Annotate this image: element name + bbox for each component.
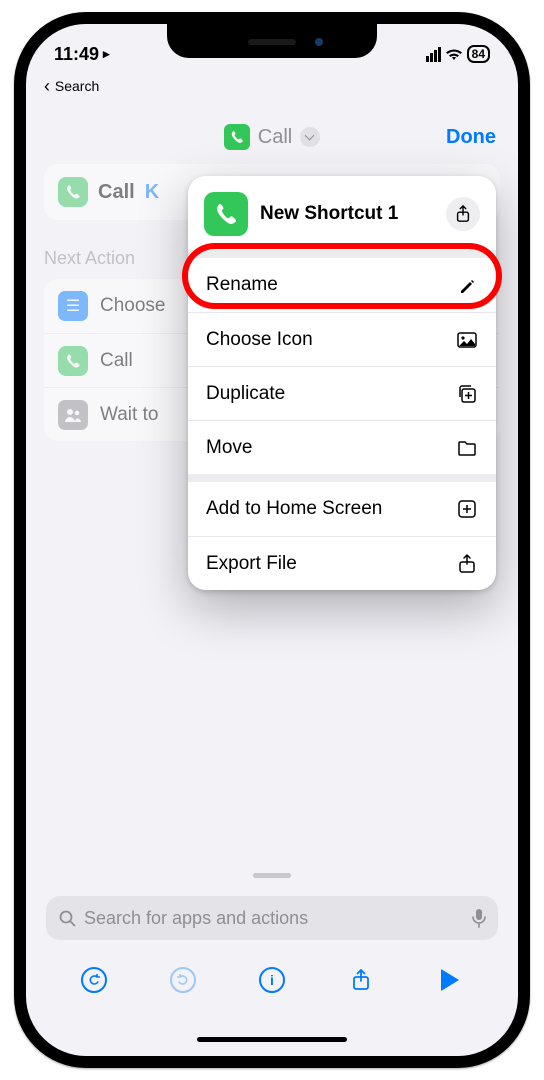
- signal-icon: [426, 47, 441, 62]
- choose-icon-menu-item[interactable]: Choose Icon: [188, 312, 496, 366]
- add-to-home-menu-item[interactable]: Add to Home Screen: [188, 482, 496, 536]
- search-icon: [58, 909, 76, 927]
- grabber-handle[interactable]: [253, 873, 291, 878]
- phone-bezel: 11:49 ▸ 84 Search Call: [14, 12, 530, 1068]
- done-button[interactable]: Done: [446, 126, 496, 149]
- menu-item-label: Export File: [206, 553, 297, 575]
- duplicate-menu-item[interactable]: Duplicate: [188, 366, 496, 420]
- battery-percent: 84: [467, 45, 490, 63]
- add-square-icon: [456, 499, 478, 519]
- shortcut-title-dropdown[interactable]: Call: [224, 124, 320, 150]
- move-menu-item[interactable]: Move: [188, 420, 496, 474]
- phone-icon: [224, 124, 250, 150]
- menu-item-label: Rename: [206, 274, 278, 296]
- menu-item-label: Move: [206, 437, 252, 459]
- redo-button[interactable]: [168, 965, 198, 995]
- image-icon: [456, 332, 478, 348]
- phone-icon: [204, 192, 248, 236]
- folder-icon: [456, 440, 478, 456]
- menu-item-label: Duplicate: [206, 383, 285, 405]
- location-icon: ▸: [103, 46, 110, 62]
- back-to-search[interactable]: Search: [44, 76, 99, 97]
- list-item-label: Call: [100, 350, 133, 372]
- info-button[interactable]: i: [257, 965, 287, 995]
- menu-item-label: Choose Icon: [206, 329, 313, 351]
- bottom-toolbar: i: [26, 954, 518, 1006]
- action-card-label: Call: [98, 181, 135, 204]
- chevron-down-icon: [300, 127, 320, 147]
- undo-button[interactable]: [79, 965, 109, 995]
- search-input[interactable]: Search for apps and actions: [46, 896, 498, 940]
- pencil-icon: [456, 276, 478, 294]
- action-card-contact[interactable]: K: [145, 181, 159, 204]
- duplicate-icon: [456, 384, 478, 404]
- menu-icon: ☰: [58, 291, 88, 321]
- people-icon: [58, 400, 88, 430]
- menu-item-label: Add to Home Screen: [206, 498, 382, 520]
- home-indicator[interactable]: [197, 1037, 347, 1042]
- rename-menu-item[interactable]: Rename: [188, 258, 496, 312]
- phone-icon: [58, 346, 88, 376]
- popover-header: New Shortcut 1: [188, 176, 496, 250]
- nav-header: Call Done: [26, 110, 518, 164]
- export-icon: [456, 554, 478, 574]
- microphone-icon[interactable]: [472, 908, 486, 928]
- share-button[interactable]: [446, 197, 480, 231]
- search-placeholder: Search for apps and actions: [84, 908, 308, 929]
- export-file-menu-item[interactable]: Export File: [188, 536, 496, 590]
- run-button[interactable]: [435, 965, 465, 995]
- nav-title: Call: [258, 126, 292, 149]
- wifi-icon: [445, 47, 463, 61]
- share-button[interactable]: [346, 965, 376, 995]
- list-item-label: Wait to: [100, 404, 158, 426]
- battery-icon: 84: [467, 45, 490, 63]
- notch: [167, 24, 377, 58]
- shortcut-options-popover: New Shortcut 1 Rename Choose Icon: [188, 176, 496, 590]
- status-time: 11:49: [54, 44, 99, 65]
- popover-title: New Shortcut 1: [260, 203, 434, 225]
- phone-icon: [58, 177, 88, 207]
- screen: 11:49 ▸ 84 Search Call: [26, 24, 518, 1056]
- list-item-label: Choose: [100, 295, 166, 317]
